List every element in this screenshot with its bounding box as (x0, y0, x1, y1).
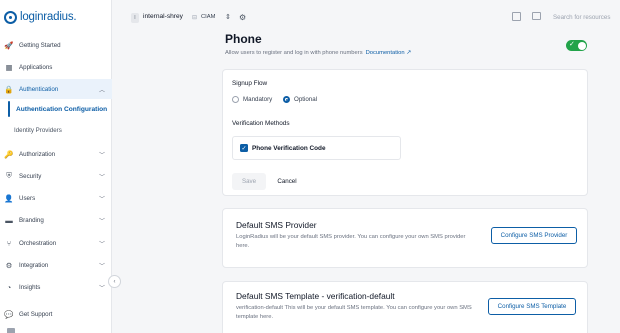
sidebar-item-authorization[interactable]: 🔑 Authorization ﹀ (0, 144, 112, 164)
chevron-down-icon: ﹀ (99, 153, 106, 159)
chevron-updown-icon[interactable]: ⇕ (225, 13, 231, 21)
environment-name[interactable]: CIAM (201, 14, 216, 20)
sidebar-item-label: Integration (19, 261, 49, 269)
chevron-left-icon: ‹ (113, 278, 116, 285)
logo-mark-icon (4, 10, 17, 24)
sidebar-item-branding[interactable]: ▬ Branding ﹀ (0, 210, 112, 230)
chevron-down-icon: ﹀ (99, 219, 106, 225)
sidebar-item-label: Getting Started (19, 41, 61, 49)
sms-provider-description: LoginRadius will be your default SMS pro… (236, 234, 466, 250)
sidebar-item-label: Applications (19, 63, 53, 71)
message-icon[interactable] (532, 12, 541, 20)
check-icon: ✓ (569, 41, 575, 48)
save-button[interactable]: Save (232, 173, 266, 190)
logo-text: loginradius. (20, 11, 77, 23)
sms-template-description: verification-default This will be your d… (236, 305, 472, 321)
verification-methods-label: Verification Methods (232, 120, 290, 127)
radio-optional[interactable] (283, 96, 290, 103)
chat-icon: 💬 (4, 309, 14, 319)
sidebar-item-label: Insights (19, 283, 41, 291)
sms-template-title: Default SMS Template - verification-defa… (236, 291, 395, 301)
sidebar-item-label: Orchestration (19, 239, 57, 247)
cancel-button[interactable]: Cancel (269, 173, 305, 190)
sms-provider-title: Default SMS Provider (236, 220, 317, 230)
users-icon: 👤 (4, 193, 14, 203)
sidebar-subitem-authentication-configuration[interactable]: Authentication Configuration (0, 99, 112, 119)
footer-icon (7, 328, 15, 333)
flow-icon: ⑂ (6, 238, 12, 248)
pie-chart-icon: ◔ (6, 282, 12, 292)
phone-verification-checkbox[interactable]: ✓ (240, 144, 248, 152)
environment-icon: ⊟ (192, 15, 198, 21)
rocket-icon: 🚀 (4, 40, 14, 50)
sidebar-item-label: Branding (19, 216, 44, 224)
book-icon[interactable] (512, 12, 521, 21)
app-switcher[interactable]: internal-shrey (143, 13, 183, 20)
sidebar: loginradius. 🚀 Getting Started ▦ Applica… (0, 0, 112, 333)
app-badge: I (131, 13, 139, 23)
sidebar-item-authentication[interactable]: 🔒 Authentication ︿ (0, 79, 112, 99)
sidebar-item-integration[interactable]: ⚙ Integration ﹀ (0, 255, 112, 275)
sidebar-item-getting-started[interactable]: 🚀 Getting Started (0, 35, 112, 55)
sidebar-item-label: Users (19, 194, 36, 202)
phone-verification-label[interactable]: Phone Verification Code (252, 145, 326, 152)
configure-sms-provider-button[interactable]: Configure SMS Provider (491, 227, 577, 244)
toggle-knob (577, 41, 586, 50)
configure-sms-template-button[interactable]: Configure SMS Template (488, 298, 576, 315)
sidebar-item-label: Security (19, 172, 42, 180)
chevron-down-icon: ﹀ (99, 286, 106, 292)
puzzle-icon: ⚙ (5, 260, 13, 270)
lock-icon: 🔒 (4, 84, 14, 94)
get-support-label: Get Support (19, 310, 53, 318)
page-subtitle-text: Allow users to register and log in with … (225, 50, 363, 56)
chevron-up-icon: ︿ (99, 88, 106, 94)
sidebar-item-label: Authentication (19, 85, 59, 93)
phone-enable-toggle[interactable]: ✓ (566, 40, 587, 51)
sidebar-subitem-identity-providers[interactable]: Identity Providers (0, 120, 112, 140)
sidebar-subitem-label: Authentication Configuration (16, 105, 108, 113)
page-subtitle: Allow users to register and log in with … (225, 50, 411, 56)
radio-optional-label[interactable]: Optional (294, 96, 317, 103)
key-icon: 🔑 (4, 149, 14, 159)
shield-icon: ⛨ (6, 171, 12, 180)
gear-icon[interactable]: ⚙ (239, 13, 246, 22)
chevron-down-icon: ﹀ (99, 197, 106, 203)
sidebar-item-label: Authorization (19, 150, 56, 158)
topbar: I internal-shrey ⊟ CIAM ⇕ ⚙ Search for r… (112, 0, 620, 36)
loginradius-logo[interactable]: loginradius. (4, 9, 77, 25)
chevron-down-icon: ﹀ (99, 242, 106, 248)
page-title: Phone (225, 32, 262, 46)
collapse-sidebar-button[interactable]: ‹ (108, 275, 121, 288)
sidebar-item-insights[interactable]: ◔ Insights ﹀ (0, 277, 112, 297)
search-input[interactable]: Search for resources (549, 9, 620, 25)
sidebar-item-applications[interactable]: ▦ Applications (0, 57, 112, 77)
sidebar-item-orchestration[interactable]: ⑂ Orchestration ﹀ (0, 233, 112, 253)
radio-mandatory-label[interactable]: Mandatory (243, 96, 272, 103)
get-support-link[interactable]: 💬 Get Support (0, 304, 112, 324)
radio-mandatory[interactable] (232, 96, 239, 103)
documentation-link[interactable]: Documentation ↗ (366, 50, 411, 56)
chevron-down-icon: ﹀ (99, 264, 106, 270)
sidebar-item-users[interactable]: 👤 Users ﹀ (0, 188, 112, 208)
chevron-down-icon: ﹀ (99, 175, 106, 181)
sidebar-subitem-label: Identity Providers (14, 126, 62, 134)
signup-flow-label: Signup Flow (232, 80, 268, 87)
sidebar-item-security[interactable]: ⛨ Security ﹀ (0, 166, 112, 186)
brush-icon: ▬ (5, 215, 13, 225)
grid-icon: ▦ (5, 62, 13, 72)
